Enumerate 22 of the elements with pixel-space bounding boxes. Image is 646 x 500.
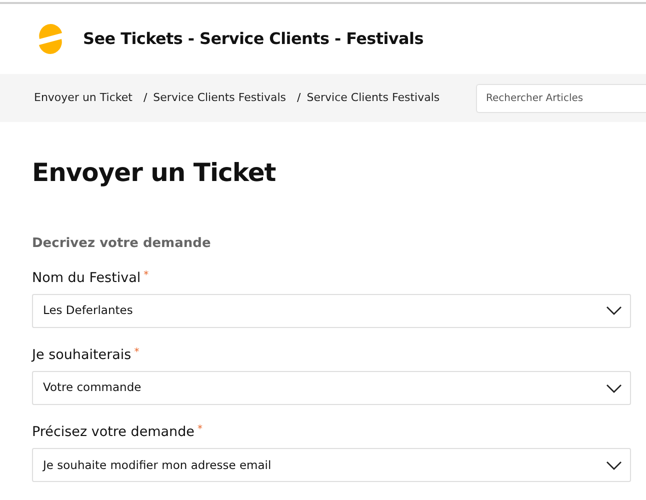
site-title: See Tickets - Service Clients - Festivals bbox=[83, 28, 424, 50]
field-label: Nom du Festival bbox=[32, 268, 141, 288]
logo-icon bbox=[38, 24, 63, 54]
field-label: Je souhaiterais bbox=[32, 346, 132, 365]
chevron-down-icon bbox=[606, 460, 622, 470]
search-field[interactable]: Rechercher Articles bbox=[476, 84, 646, 112]
required-mark: * bbox=[134, 346, 140, 360]
select-field[interactable]: Je souhaite modifier mon adresse email bbox=[32, 448, 631, 482]
chevron-down-icon bbox=[606, 384, 622, 392]
chevron-down-icon bbox=[606, 306, 622, 316]
field-label: Précisez votre demande bbox=[32, 423, 194, 442]
breadcrumb-link[interactable]: Envoyer un Ticket bbox=[34, 90, 132, 106]
breadcrumb-link[interactable]: Service Clients Festivals bbox=[306, 90, 440, 106]
breadcrumb-separator: / bbox=[143, 90, 148, 106]
required-mark: * bbox=[197, 423, 202, 437]
breadcrumb-separator: / bbox=[297, 90, 301, 106]
select-field[interactable]: Les Deferlantes bbox=[32, 294, 631, 328]
section-title: Decrivez votre demande bbox=[32, 235, 212, 253]
select-field[interactable]: Votre commande bbox=[32, 371, 631, 405]
required-mark: * bbox=[144, 268, 149, 282]
page-title: Envoyer un Ticket bbox=[32, 158, 277, 188]
breadcrumb-link[interactable]: Service Clients Festivals bbox=[153, 90, 286, 106]
